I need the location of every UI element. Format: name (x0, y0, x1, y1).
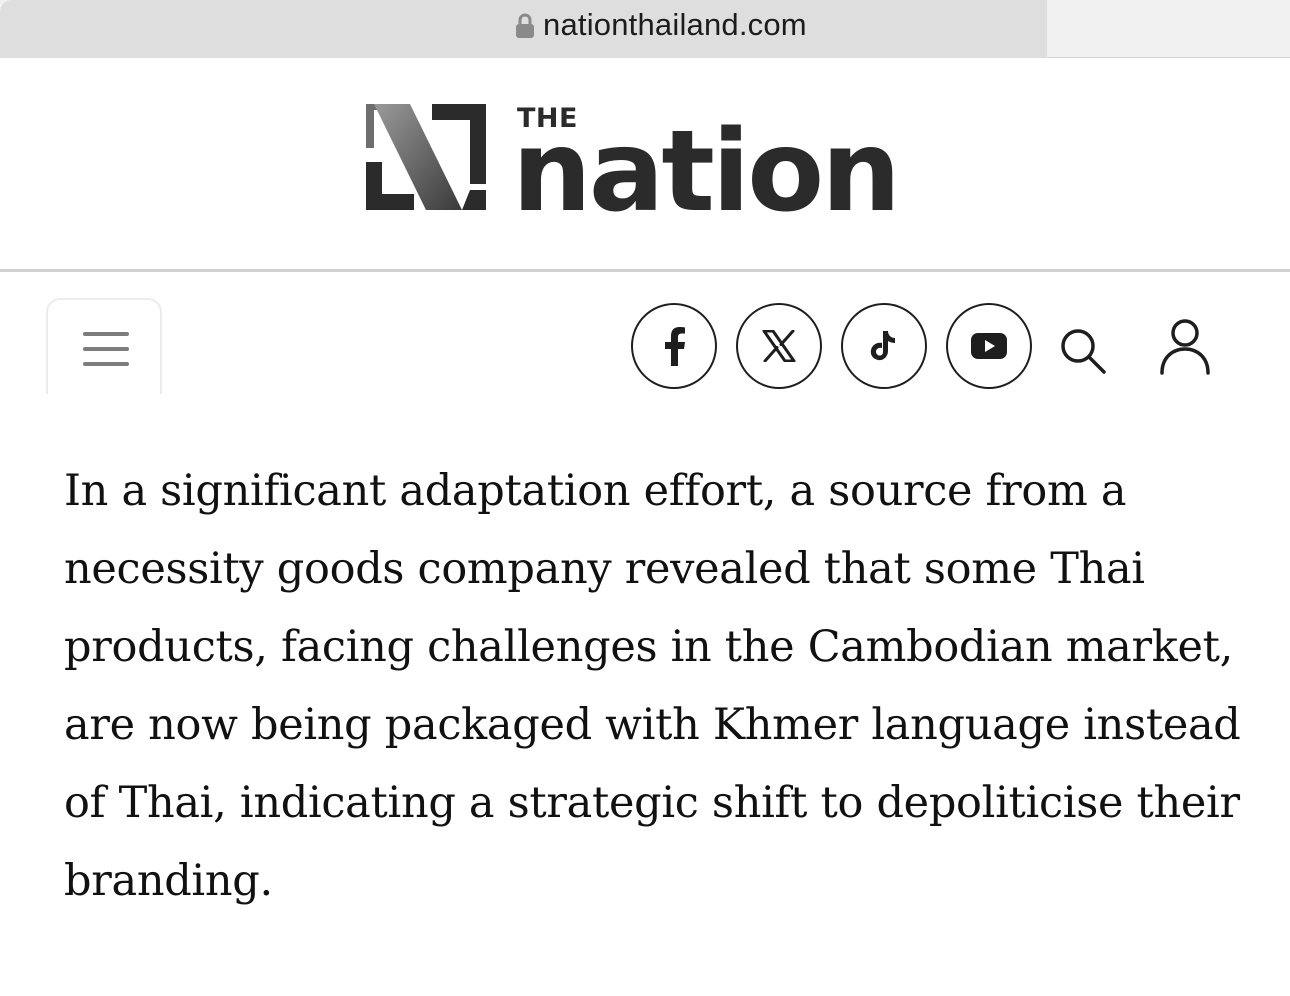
x-icon (762, 330, 796, 362)
url-field[interactable]: nationthailand.com (0, 0, 1047, 58)
user-icon[interactable] (1158, 318, 1212, 376)
lock-icon (516, 13, 534, 38)
n-logo-mark[interactable] (366, 104, 486, 210)
article-paragraph: In a significant adaptation effort, a so… (64, 466, 1241, 906)
x-button[interactable] (736, 303, 822, 389)
facebook-icon (665, 327, 685, 366)
hamburger-menu-icon (83, 332, 129, 366)
browser-address-bar[interactable]: nationthailand.com (0, 0, 1290, 58)
logo-wordmark[interactable]: nation (512, 116, 901, 228)
youtube-button[interactable] (946, 303, 1032, 389)
search-icon[interactable] (1058, 326, 1108, 376)
tiktok-button[interactable] (841, 303, 927, 389)
youtube-icon (971, 333, 1007, 359)
site-header: THE nation (0, 59, 1290, 269)
menu-button[interactable] (46, 298, 162, 394)
url-text: nationthailand.com (543, 7, 807, 42)
header-divider (0, 269, 1290, 272)
tiktok-icon (870, 331, 895, 361)
facebook-button[interactable] (631, 303, 717, 389)
